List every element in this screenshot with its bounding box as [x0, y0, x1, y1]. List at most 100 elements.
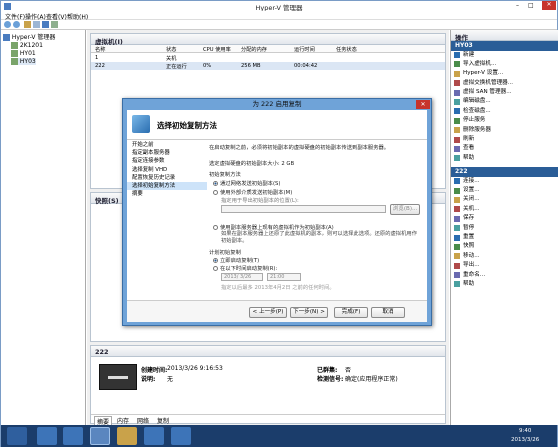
forward-icon[interactable] [13, 21, 20, 28]
action-label: 关机... [463, 205, 480, 212]
vm-action[interactable]: 关机... [451, 205, 558, 214]
radio-existing-vm[interactable]: 使用副本服务器上现有的虚拟机作为初始副本(A) [213, 223, 334, 231]
wizard-step[interactable]: 开始之前 [127, 141, 207, 149]
help-icon[interactable] [42, 21, 49, 28]
taskbar-app-icon[interactable] [144, 427, 164, 445]
host-action[interactable]: 检查磁盘... [451, 107, 558, 116]
hyperv-manager-icon[interactable] [90, 427, 110, 445]
actions-pane: 操作 HY03 新建 导入虚拟机... Hyper-V 设置... 虚拟交换机管理器.… [450, 30, 558, 425]
col-task[interactable]: 任务状态 [336, 46, 357, 53]
radio-network[interactable]: 通过网络发送初始副本(S) [213, 179, 280, 187]
vm-action[interactable]: 设置... [451, 186, 558, 195]
vm-action[interactable]: 重置 [451, 233, 558, 242]
enable-replication-dialog: 为 222 启用复制 ✕ 选择初始复制方法 开始之前 指定副本服务器 指定连接参数选… [122, 98, 432, 326]
host-action[interactable]: 编辑磁盘... [451, 97, 558, 106]
action-label: 关闭... [463, 196, 480, 203]
vm-action[interactable]: 关闭... [451, 195, 558, 204]
host-action[interactable]: 导入虚拟机... [451, 60, 558, 69]
vm-action[interactable]: 连接... [451, 177, 558, 186]
schedule-group-label: 计划初始复制 [209, 250, 241, 256]
vm-action[interactable]: 快照 [451, 242, 558, 251]
properties-icon[interactable] [33, 21, 40, 28]
host-action[interactable]: Hyper-V 设置... [451, 69, 558, 78]
clock-time[interactable]: 9:40 [519, 428, 531, 434]
host-action[interactable]: 虚拟 SAN 管理器... [451, 88, 558, 97]
explorer-icon[interactable] [117, 427, 137, 445]
radio-start-now[interactable]: 立即启动复制(T) [213, 256, 259, 264]
show-pane-icon[interactable] [51, 21, 58, 28]
action-label: 查看 [463, 145, 475, 152]
folder-icon[interactable] [24, 21, 31, 28]
browse-button[interactable]: 浏览(B)... [390, 204, 420, 215]
wizard-step[interactable]: 配置恢复历史记录 [127, 174, 207, 182]
start-button[interactable] [7, 427, 27, 445]
server-icon [11, 50, 18, 57]
powershell-icon[interactable] [63, 427, 83, 445]
date-picker[interactable]: 2013/ 3/26 [221, 273, 263, 281]
host-action[interactable]: 刷新 [451, 135, 558, 144]
clock-date[interactable]: 2013/3/26 [511, 437, 539, 443]
tree-node-2k1201[interactable]: 2K1201 [11, 42, 43, 49]
dialog-body: 选择初始复制方法 开始之前 指定副本服务器 指定连接参数 选择复制 VHD 配置恢复历史… [127, 110, 427, 322]
dialog-close-button[interactable]: ✕ [416, 100, 430, 109]
method-group-label: 初始复制方法 [209, 172, 241, 178]
heartbeat-label: 检测信号: [317, 376, 344, 383]
wizard-step[interactable]: 选择初始复制方法 [127, 181, 207, 191]
action-icon [454, 281, 460, 288]
host-action[interactable]: 查看 [451, 144, 558, 153]
host-action[interactable]: 新建 [451, 51, 558, 60]
server-manager-icon[interactable] [37, 427, 57, 445]
col-cpu[interactable]: CPU 使用率 [203, 46, 231, 53]
table-row[interactable]: 222 正在运行 0% 256 MB 00:04:42 [91, 62, 445, 70]
tree-node-hy01[interactable]: HY01 [11, 50, 36, 57]
col-state[interactable]: 状态 [166, 46, 176, 53]
action-label: 停止服务 [463, 117, 486, 124]
previous-button[interactable]: < 上一步(P) [249, 307, 287, 318]
tree-node-hy03[interactable]: HY03 [11, 58, 36, 65]
vm-action[interactable]: 帮助 [451, 280, 558, 289]
tree-root[interactable]: Hyper-V 管理器 [3, 32, 55, 41]
action-label: 虚拟 SAN 管理器... [463, 89, 512, 96]
cell-state: 正在运行 [166, 64, 187, 70]
col-name[interactable]: 名称 [95, 46, 105, 53]
minimize-button[interactable]: – [516, 2, 519, 9]
actions-host-header[interactable]: HY03 [451, 41, 558, 51]
cancel-button[interactable]: 取消 [371, 307, 405, 318]
action-label: 检查磁盘... [463, 107, 491, 114]
actions-vm-header[interactable]: 222 [451, 167, 558, 177]
host-action[interactable]: 删除服务器 [451, 126, 558, 135]
host-action[interactable]: 停止服务 [451, 116, 558, 125]
col-uptime[interactable]: 运行时间 [294, 46, 315, 53]
action-icon [454, 206, 460, 213]
vm-action[interactable]: 移动... [451, 252, 558, 261]
action-label: 虚拟交换机管理器... [463, 79, 514, 86]
table-row[interactable]: 1 关机 [91, 54, 445, 62]
host-action[interactable]: 虚拟交换机管理器... [451, 79, 558, 88]
radio-external-media[interactable]: 使用外部介质发送初始副本(M) [213, 188, 292, 196]
server-icon [11, 58, 18, 65]
maximize-button[interactable]: □ [528, 2, 534, 9]
tab-network[interactable]: 网络 [135, 416, 151, 425]
wizard-content: 在启动复制之前，必须将初始副本的虚拟硬盘的初始副本传送到副本服务器。 选定虚拟硬… [209, 141, 424, 291]
action-icon [454, 234, 460, 241]
next-button[interactable]: 下一步(N) > [290, 307, 328, 318]
radio-start-later[interactable]: 在以下时间启动复制(R): [213, 264, 277, 272]
time-picker[interactable]: 21:00 [267, 273, 301, 281]
wizard-step[interactable]: 指定连接参数 [127, 157, 207, 165]
back-icon[interactable] [4, 21, 11, 28]
export-location-input[interactable] [221, 205, 386, 213]
vm-action[interactable]: 保存 [451, 214, 558, 223]
finish-button[interactable]: 完成(F) [334, 307, 368, 318]
taskbar-app-icon[interactable] [171, 427, 191, 445]
wizard-step[interactable]: 摘要 [127, 190, 207, 198]
tab-memory[interactable]: 内存 [115, 416, 131, 425]
wizard-step[interactable]: 选择复制 VHD [127, 166, 207, 174]
vm-action[interactable]: 重命名... [451, 271, 558, 280]
close-button[interactable]: ✕ [542, 1, 556, 10]
tab-replication[interactable]: 复制 [155, 416, 171, 425]
wizard-step[interactable]: 指定副本服务器 [127, 149, 207, 157]
vm-action[interactable]: 暂停 [451, 224, 558, 233]
col-memory[interactable]: 分配的内存 [241, 46, 267, 53]
host-action[interactable]: 帮助 [451, 154, 558, 163]
vm-action[interactable]: 导出... [451, 261, 558, 270]
